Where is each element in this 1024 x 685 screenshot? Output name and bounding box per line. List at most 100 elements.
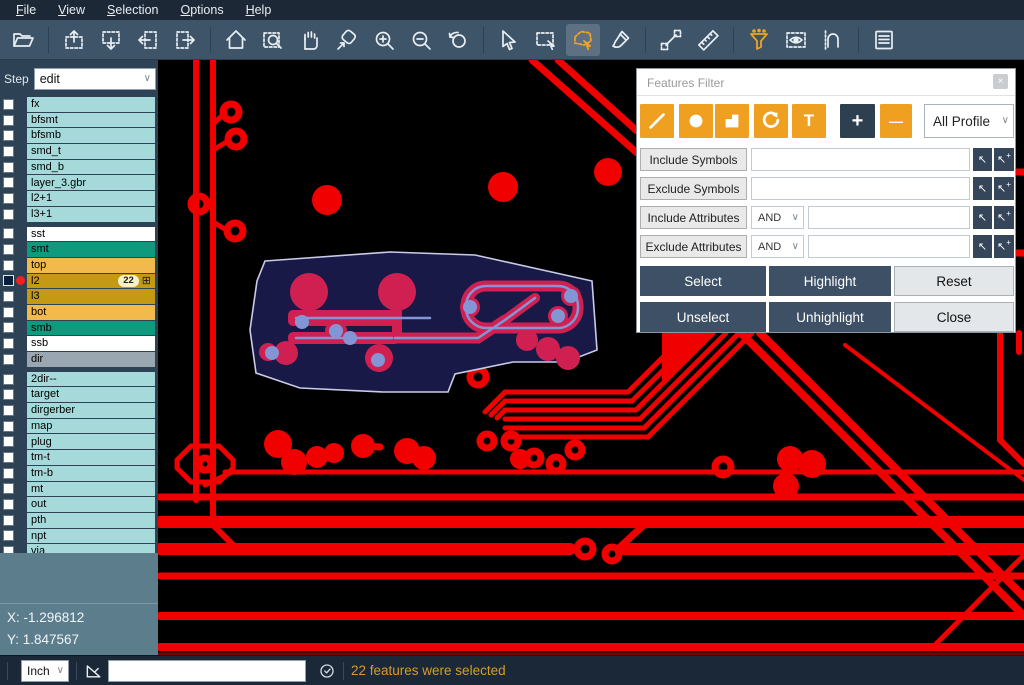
open-folder-icon[interactable] (6, 24, 40, 56)
exclude-symbols-input[interactable] (751, 177, 970, 200)
filter-pad-icon[interactable] (679, 104, 713, 138)
pan-down-icon[interactable] (94, 24, 128, 56)
layer-name[interactable]: out (27, 497, 155, 512)
layer-checkbox[interactable] (3, 244, 14, 255)
layer-checkbox[interactable] (3, 177, 14, 188)
layer-row-tm-t[interactable]: tm-t (0, 450, 158, 465)
layer-checkbox[interactable] (3, 515, 14, 526)
layer-checkbox[interactable] (3, 421, 14, 432)
layer-row-smb[interactable]: smb (0, 321, 158, 336)
zoom-previous-icon[interactable] (441, 24, 475, 56)
layer-name[interactable]: map (27, 419, 155, 434)
layer-row-l3+1[interactable]: l3+1 (0, 207, 158, 222)
layer-row-plug[interactable]: plug (0, 434, 158, 449)
layer-name[interactable]: tm-b (27, 466, 155, 481)
zoom-window-icon[interactable] (256, 24, 290, 56)
polygon-select-icon[interactable] (566, 24, 600, 56)
unhighlight-button[interactable]: Unhighlight (769, 302, 891, 332)
exclude-attributes-operator[interactable]: AND (751, 235, 804, 258)
pick-add-symbol-icon[interactable] (994, 148, 1014, 171)
unselect-button[interactable]: Unselect (640, 302, 766, 332)
layer-row-dir[interactable]: dir (0, 352, 158, 367)
layer-name[interactable]: l222⊞ (27, 274, 155, 289)
close-button[interactable]: Close (894, 302, 1014, 332)
layer-name[interactable]: smb (27, 321, 155, 336)
layer-name[interactable]: target (27, 387, 155, 402)
layer-name[interactable]: bfsmb (27, 128, 155, 143)
zoom-in-icon[interactable] (367, 24, 401, 56)
layer-checkbox[interactable] (3, 530, 14, 541)
layer-name[interactable]: bfsmt (27, 113, 155, 128)
layer-name[interactable]: dirgerber (27, 403, 155, 418)
highlight-button[interactable]: Highlight (769, 266, 891, 296)
layer-checkbox[interactable] (3, 260, 14, 271)
layer-row-bfsmt[interactable]: bfsmt (0, 113, 158, 128)
measure-distance-icon[interactable] (654, 24, 688, 56)
layer-row-sst[interactable]: sst (0, 227, 158, 242)
layer-name[interactable]: pth (27, 513, 155, 528)
menu-help[interactable]: Help (236, 1, 282, 19)
pan-right-icon[interactable] (168, 24, 202, 56)
layer-row-tm-b[interactable]: tm-b (0, 466, 158, 481)
clear-brush-icon[interactable] (603, 24, 637, 56)
layer-row-l3[interactable]: l3 (0, 289, 158, 304)
layer-name[interactable]: fx (27, 97, 155, 112)
layer-row-layer_3.gbr[interactable]: layer_3.gbr (0, 175, 158, 190)
grid-icon[interactable]: ⊞ (142, 275, 151, 287)
layer-checkbox[interactable] (3, 338, 14, 349)
layer-name[interactable]: l3+1 (27, 207, 155, 222)
snap-icon[interactable] (816, 24, 850, 56)
layer-checkbox[interactable] (3, 354, 14, 365)
menu-options[interactable]: Options (170, 1, 233, 19)
layer-checkbox[interactable] (3, 322, 14, 333)
layer-row-target[interactable]: target (0, 387, 158, 402)
include-attributes-input[interactable] (808, 206, 970, 229)
refresh-icon[interactable] (318, 662, 336, 680)
layer-name[interactable]: 2dir-- (27, 372, 155, 387)
pan-left-icon[interactable] (131, 24, 165, 56)
layer-checkbox[interactable] (3, 468, 14, 479)
layer-checkbox[interactable] (3, 209, 14, 220)
layer-name[interactable]: sst (27, 227, 155, 242)
layer-row-mt[interactable]: mt (0, 482, 158, 497)
pan-hand-icon[interactable] (293, 24, 327, 56)
layer-name[interactable]: npt (27, 529, 155, 544)
layer-row-smd_t[interactable]: smd_t (0, 144, 158, 159)
ruler-icon[interactable] (691, 24, 725, 56)
exclude-attributes-input[interactable] (808, 235, 970, 258)
layer-row-fx[interactable]: fx (0, 97, 158, 112)
layer-checkbox[interactable] (3, 291, 14, 302)
filter-text-icon[interactable] (792, 104, 826, 138)
step-select[interactable]: edit (34, 68, 156, 90)
include-symbols-button[interactable]: Include Symbols (640, 148, 747, 171)
layer-checkbox[interactable] (3, 130, 14, 141)
command-input[interactable] (108, 660, 306, 682)
dialog-titlebar[interactable]: Features Filter (637, 69, 1015, 96)
layer-checkbox[interactable] (3, 228, 14, 239)
include-attributes-button[interactable]: Include Attributes (640, 206, 747, 229)
layer-checkbox[interactable] (3, 405, 14, 416)
pick-symbol-icon[interactable] (973, 177, 992, 200)
layer-checkbox[interactable] (3, 499, 14, 510)
filter-surface-icon[interactable] (715, 104, 749, 138)
pan-up-icon[interactable] (57, 24, 91, 56)
layer-checkbox[interactable] (3, 162, 14, 173)
filter-line-icon[interactable] (640, 104, 674, 138)
layer-name[interactable]: smt (27, 242, 155, 257)
layer-row-out[interactable]: out (0, 497, 158, 512)
layer-row-bfsmb[interactable]: bfsmb (0, 128, 158, 143)
layer-checkbox[interactable] (3, 452, 14, 463)
zoom-out-icon[interactable] (404, 24, 438, 56)
pick-add-attribute-icon[interactable] (994, 206, 1014, 229)
layer-checkbox[interactable] (3, 436, 14, 447)
pick-add-attribute-icon[interactable] (994, 235, 1014, 258)
layer-row-top[interactable]: top (0, 258, 158, 273)
layer-name[interactable]: plug (27, 434, 155, 449)
pick-add-symbol-icon[interactable] (994, 177, 1014, 200)
layer-row-smt[interactable]: smt (0, 242, 158, 257)
exclude-symbols-button[interactable]: Exclude Symbols (640, 177, 747, 200)
pick-symbol-icon[interactable] (973, 148, 992, 171)
layer-checkbox[interactable] (3, 99, 14, 110)
layer-row-dirgerber[interactable]: dirgerber (0, 403, 158, 418)
layer-name[interactable]: ssb (27, 336, 155, 351)
